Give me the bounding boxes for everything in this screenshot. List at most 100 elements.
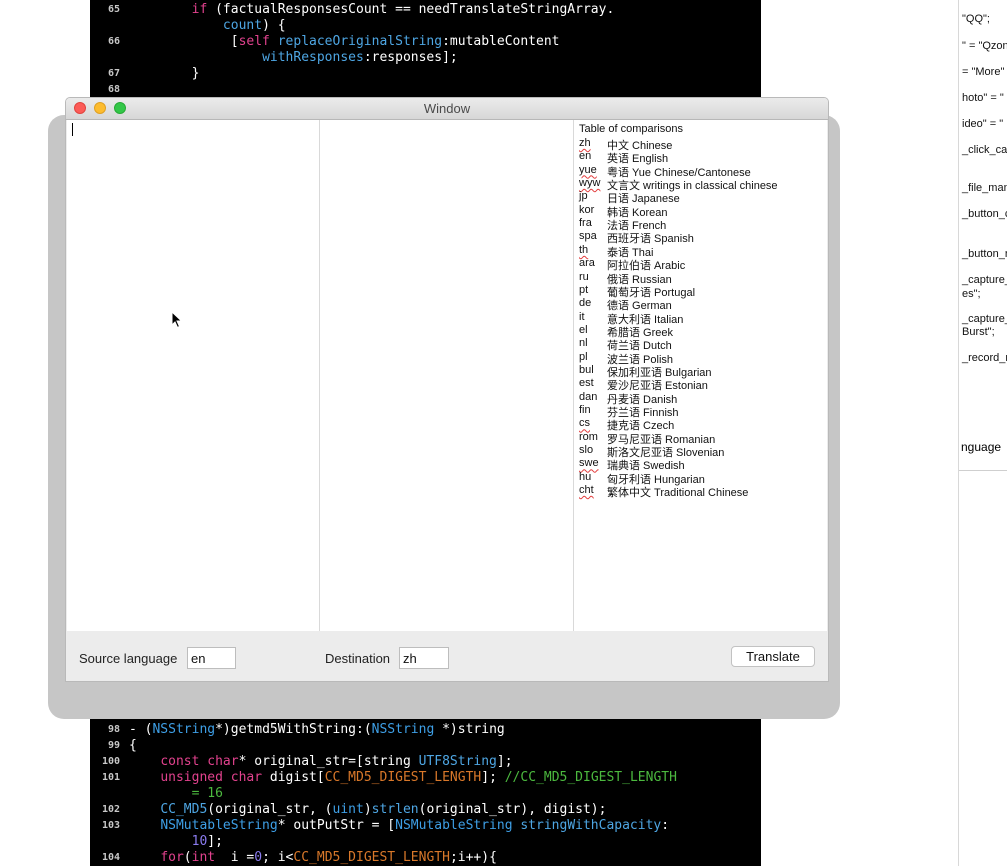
input-text-view[interactable] [67,120,320,631]
translate-window: Window Table of comparisons zh 中文 Chinese… [65,97,829,682]
language-code: rom [579,430,598,443]
language-code: wyw [579,177,601,190]
destination-label: Destination [325,651,391,666]
mouse-pointer-icon [171,311,183,329]
strings-line: _capture_ [962,274,1007,286]
language-code: pl [579,350,588,363]
language-code: ara [579,257,595,270]
language-code: slo [579,444,594,457]
code-text: NSMutableString* outPutStr = [NSMutableS… [160,818,670,833]
language-code: pt [579,283,589,296]
code-line: = 16 [90,786,761,802]
code-line: 98 - (NSString*)getmd5WithString:(NSStrin… [90,722,761,738]
code-text: withResponses:responses]; [262,50,458,65]
source-language-label: Source language [79,651,178,666]
strings-line: _record_r [962,352,1007,364]
strings-line: es"; [962,288,981,300]
language-code: en [579,150,592,163]
language-code: swe [579,457,599,470]
code-text: if (factualResponsesCount == needTransla… [191,2,615,17]
code-line: 65 if (factualResponsesCount == needTran… [90,2,761,18]
line-number: 102 [101,804,120,815]
comparison-table-view[interactable]: Table of comparisons zh 中文 Chinese en 英语 En… [574,120,827,631]
line-number: 100 [101,756,120,767]
strings-line: _click_ca [962,144,1007,156]
code-line: 102 CC_MD5(original_str, (uint)strlen(or… [90,802,761,818]
code-line: 104 for(int i =0; i<CC_MD5_DIGEST_LENGTH… [90,850,761,866]
bottom-bar: Source language en Destination zh Transl… [66,632,828,681]
line-number: 103 [101,820,120,831]
code-text: 10]; [191,834,223,849]
language-code: el [579,323,588,336]
strings-line: "QQ"; [962,13,990,25]
code-line: 100 const char* original_str=[string UTF… [90,754,761,770]
strings-line: _button_r [962,248,1007,260]
strings-line: = "More" [962,66,1005,78]
output-text-view[interactable] [320,120,574,631]
language-row[interactable]: nguage [959,436,1007,471]
code-line: count) { [90,18,761,34]
line-number: 65 [107,4,120,15]
code-text: count) { [222,18,286,33]
strings-line: ideo" = " [962,118,1004,130]
code-text: const char* original_str=[string UTF8Str… [160,754,513,769]
line-number: 99 [107,740,120,751]
language-code: spa [579,230,597,243]
language-code: yue [579,163,597,176]
table-title: Table of comparisons [579,123,683,135]
code-text: - (NSString*)getmd5WithString:(NSString … [129,722,505,737]
translate-button[interactable]: Translate [731,646,815,667]
language-code: bul [579,363,594,376]
language-code: cs [579,417,590,430]
language-code: jp [579,190,588,203]
strings-line: " = "Qzone [962,40,1007,52]
code-text: { [129,738,137,753]
language-code: fin [579,404,591,416]
strings-line: _button_c [962,208,1007,220]
code-line: 66 [self replaceOriginalString:mutableCo… [90,34,761,50]
strings-line: _file_man [962,182,1007,194]
language-code: de [579,297,592,310]
language-code: zh [579,137,591,149]
language-code: est [579,377,594,390]
code-text: = 16 [191,786,223,801]
window-title: Window [423,101,471,116]
line-number: 68 [107,84,120,95]
code-line: 68 [90,82,761,98]
language-label: nguage [961,440,1002,454]
language-code: it [579,310,585,323]
line-number: 101 [101,772,120,783]
language-code: fra [579,217,592,230]
language-name: 繁体中文 Traditional Chinese [607,487,749,500]
line-number: 67 [107,68,120,79]
code-text: CC_MD5(original_str, (uint)strlen(origin… [160,802,607,817]
strings-line: hoto" = " [962,92,1004,104]
source-language-field[interactable]: en [187,647,236,669]
destination-field[interactable]: zh [399,647,449,669]
strings-file-pane[interactable]: "QQ"; " = "Qzone = "More" hoto" = " ideo" = … [958,0,1007,866]
title-bar[interactable]: Window [66,98,828,120]
line-number: 66 [107,36,120,47]
language-code: kor [579,203,595,216]
code-line: 99 { [90,738,761,754]
code-text: for(int i =0; i<CC_MD5_DIGEST_LENGTH;i++… [160,850,497,865]
language-code: dan [579,390,598,403]
strings-line: Burst"; [962,326,995,338]
code-text: [self replaceOriginalString:mutableConte… [129,34,560,49]
line-number: 98 [107,724,120,735]
code-line: 101 unsigned char digist[CC_MD5_DIGEST_L… [90,770,761,786]
strings-line: _capture_ [962,313,1007,325]
language-code: ru [579,270,589,283]
code-text: } [129,66,200,81]
text-caret [72,123,73,136]
language-code: hu [579,470,592,483]
code-text: unsigned char digist[CC_MD5_DIGEST_LENGT… [160,770,677,785]
code-line: 103 NSMutableString* outPutStr = [NSMuta… [90,818,761,834]
code-line: 10]; [90,834,761,850]
code-line: 67 } [90,66,761,82]
language-code: th [579,243,589,256]
line-number: 104 [101,852,120,863]
language-code: nl [579,337,588,350]
language-code: cht [579,484,594,497]
code-line: withResponses:responses]; [90,50,761,66]
